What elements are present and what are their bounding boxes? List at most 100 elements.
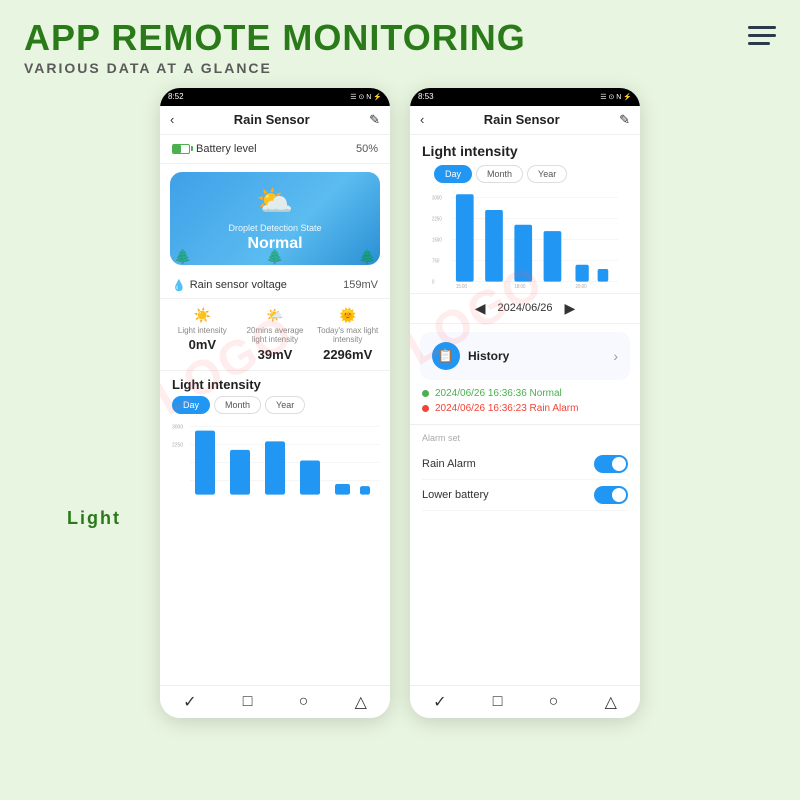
tree-icon-2: 🌲	[266, 248, 283, 265]
right-tab-row: Day Month Year	[422, 165, 628, 183]
left-bottom-nav: ✓ □ ○ △	[160, 685, 390, 718]
left-back-button[interactable]: ‹	[170, 112, 174, 127]
left-status-icons: ☰ ⊙ N ⚡	[350, 93, 382, 101]
svg-text:3000: 3000	[172, 424, 183, 430]
metric-light-intensity: ☀️ Light intensity 0mV	[166, 307, 239, 362]
right-chart-title: Light intensity	[422, 143, 628, 159]
right-nav-check-icon[interactable]: ✓	[433, 692, 446, 712]
left-tab-day[interactable]: Day	[172, 396, 210, 414]
alarm-section: Alarm set Rain Alarm Lower battery	[410, 424, 640, 519]
svg-text:15:00: 15:00	[456, 283, 467, 288]
battery-alarm-name: Lower battery	[422, 489, 489, 501]
left-tab-row: Day Month Year	[160, 396, 390, 414]
event-text-alarm: 2024/06/26 16:36:23 Rain Alarm	[435, 403, 578, 414]
right-bottom-nav: ✓ □ ○ △	[410, 685, 640, 718]
metric-value-0: 0mV	[189, 337, 216, 352]
right-nav-square-icon[interactable]: □	[493, 693, 503, 711]
rain-card: ⛅ Droplet Detection State Normal 🌲 🌲 🌲	[170, 172, 380, 265]
left-tab-year[interactable]: Year	[265, 396, 305, 414]
left-nav-title: Rain Sensor	[234, 112, 310, 127]
metric-avg-intensity: 🌤️ 20mins average light intensity 39mV	[239, 307, 312, 362]
tree-icon-3: 🌲	[359, 248, 376, 265]
page-title: APP REMOTE MONITORING	[24, 18, 748, 58]
metric-label-0: Light intensity	[178, 326, 227, 336]
battery-alarm-row: Lower battery	[422, 480, 628, 511]
battery-label: Battery level	[196, 143, 257, 155]
date-prev-button[interactable]: ◀	[475, 300, 486, 317]
right-nav-triangle-icon[interactable]: △	[605, 692, 617, 712]
page-header: APP REMOTE MONITORING VARIOUS DATA AT A …	[0, 0, 800, 84]
left-nav-bar: ‹ Rain Sensor ✎	[160, 106, 390, 135]
sun-icon-1: ☀️	[194, 307, 211, 324]
event-dot-alarm	[422, 405, 429, 412]
rain-alarm-row: Rain Alarm	[422, 449, 628, 480]
right-chart: 3000 2250 1500 750 0	[422, 189, 628, 289]
right-status-icons: ☰ ⊙ N ⚡	[600, 93, 632, 101]
event-item-normal: 2024/06/26 16:36:36 Normal	[422, 388, 628, 399]
right-phone: 8:53 ☰ ⊙ N ⚡ ‹ Rain Sensor ✎ Light inten…	[410, 88, 640, 718]
nav-check-icon[interactable]: ✓	[183, 692, 196, 712]
right-edit-button[interactable]: ✎	[619, 112, 630, 128]
right-tab-day[interactable]: Day	[434, 165, 472, 183]
metric-max-intensity: 🌞 Today's max light intensity 2296mV	[311, 307, 384, 362]
right-phone-content: Light intensity Day Month Year 3000 2250…	[410, 135, 640, 685]
svg-text:18:00: 18:00	[514, 283, 525, 288]
rain-alarm-toggle[interactable]	[594, 455, 628, 473]
right-tab-month[interactable]: Month	[476, 165, 523, 183]
history-label: History	[468, 349, 509, 363]
history-icon: 📋	[432, 342, 460, 370]
right-back-button[interactable]: ‹	[420, 112, 424, 127]
rain-alarm-name: Rain Alarm	[422, 458, 476, 470]
alarm-set-label: Alarm set	[422, 433, 628, 443]
battery-row: Battery level 50%	[160, 135, 390, 164]
history-row[interactable]: 📋 History ›	[420, 332, 630, 380]
left-phone-content: Battery level 50% ⛅ Droplet Detection St…	[160, 135, 390, 685]
left-phone: 8:52 ☰ ⊙ N ⚡ ‹ Rain Sensor ✎ Battery lev…	[160, 88, 390, 718]
phones-container: 8:52 ☰ ⊙ N ⚡ ‹ Rain Sensor ✎ Battery lev…	[0, 88, 800, 718]
metric-value-1: 39mV	[258, 347, 293, 362]
tree-icon-1: 🌲	[174, 248, 191, 265]
battery-icon	[172, 144, 190, 154]
light-intensity-section: Light intensity Day Month Year 3000 2250…	[410, 135, 640, 293]
right-nav-title: Rain Sensor	[484, 112, 560, 127]
svg-text:2250: 2250	[172, 442, 183, 448]
metric-label-2: Today's max light intensity	[311, 326, 384, 345]
right-tab-year[interactable]: Year	[527, 165, 567, 183]
droplet-state-label: Droplet Detection State	[228, 223, 321, 233]
sun-icon-2: 🌤️	[266, 307, 283, 324]
voltage-value: 159mV	[343, 279, 378, 291]
svg-text:20:00: 20:00	[575, 283, 586, 288]
light-label: Light	[67, 508, 121, 529]
battery-alarm-toggle[interactable]	[594, 486, 628, 504]
svg-text:750: 750	[432, 258, 440, 264]
nav-circle-icon[interactable]: ○	[299, 693, 309, 711]
right-nav-bar: ‹ Rain Sensor ✎	[410, 106, 640, 135]
left-chart: 3000 2250	[160, 420, 390, 500]
date-nav: ◀ 2024/06/26 ▶	[410, 293, 640, 324]
event-item-alarm: 2024/06/26 16:36:23 Rain Alarm	[422, 403, 628, 414]
right-status-bar: 8:53 ☰ ⊙ N ⚡	[410, 88, 640, 106]
voltage-row: 💧 Rain sensor voltage 159mV	[160, 273, 390, 299]
left-status-bar: 8:52 ☰ ⊙ N ⚡	[160, 88, 390, 106]
menu-icon[interactable]	[748, 26, 776, 45]
left-edit-button[interactable]: ✎	[369, 112, 380, 128]
history-arrow-icon: ›	[613, 348, 618, 364]
voltage-label: Rain sensor voltage	[190, 279, 287, 291]
nav-square-icon[interactable]: □	[243, 693, 253, 711]
svg-text:1500: 1500	[432, 237, 442, 243]
date-display: 2024/06/26	[497, 302, 552, 314]
metric-label-1: 20mins average light intensity	[239, 326, 312, 345]
svg-text:2250: 2250	[432, 216, 442, 222]
event-list: 2024/06/26 16:36:36 Normal 2024/06/26 16…	[410, 388, 640, 414]
nav-triangle-icon[interactable]: △	[355, 692, 367, 712]
right-nav-circle-icon[interactable]: ○	[549, 693, 559, 711]
left-tab-month[interactable]: Month	[214, 396, 261, 414]
svg-text:0: 0	[432, 279, 435, 285]
svg-text:3000: 3000	[432, 195, 442, 201]
rain-cloud-icon: ⛅	[256, 184, 293, 219]
date-next-button[interactable]: ▶	[565, 300, 576, 317]
metrics-row: ☀️ Light intensity 0mV 🌤️ 20mins average…	[160, 299, 390, 371]
sun-icon-3: 🌞	[339, 307, 356, 324]
left-status-time: 8:52	[168, 92, 184, 101]
event-dot-normal	[422, 390, 429, 397]
